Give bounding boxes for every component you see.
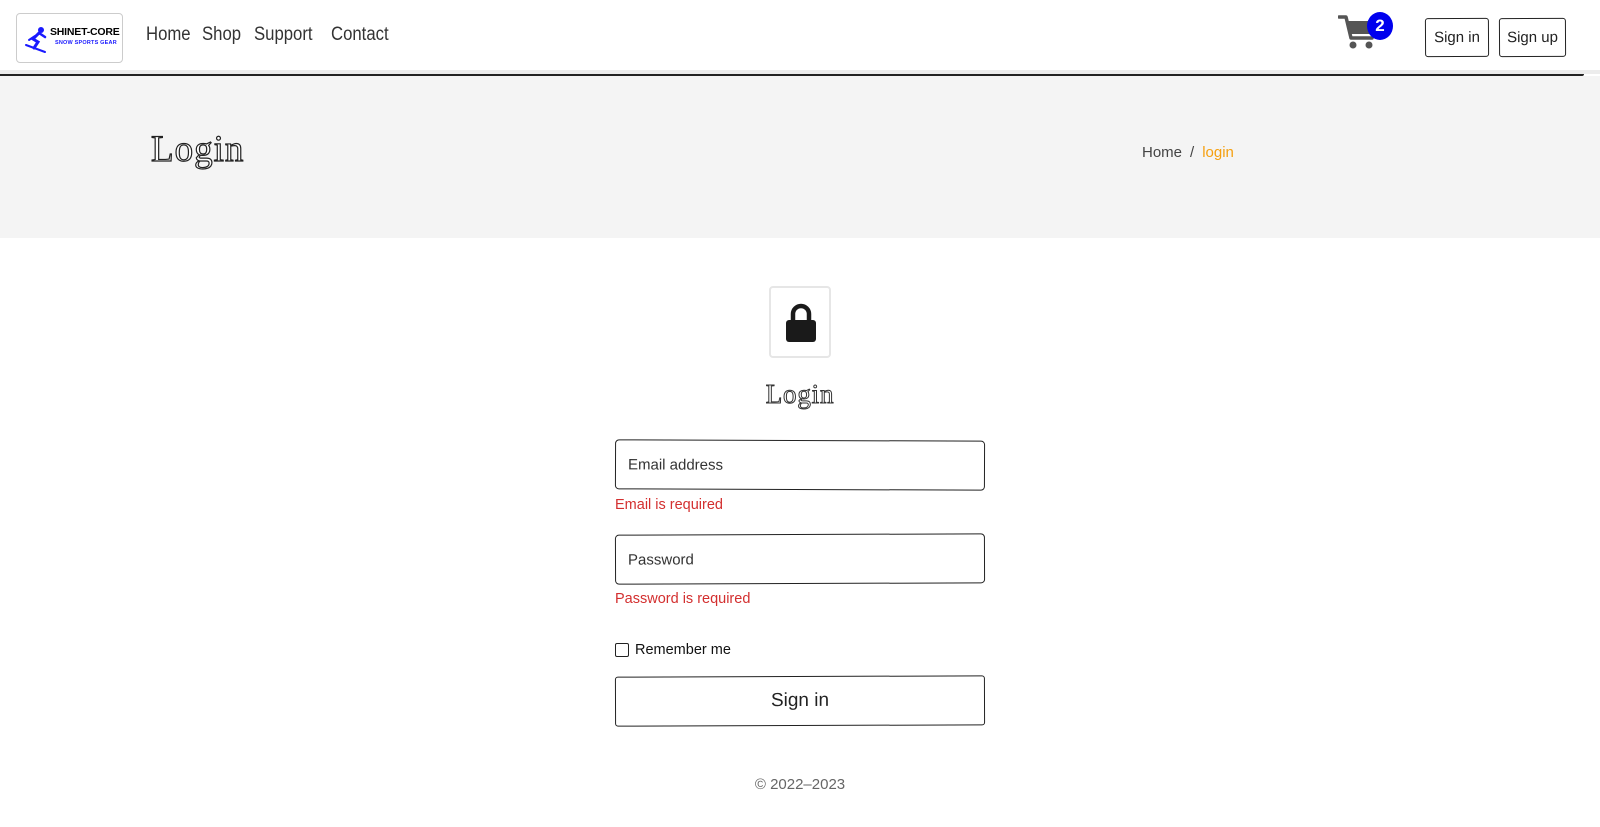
lock-icon-box	[769, 286, 831, 358]
remember-me-label[interactable]: Remember me	[635, 642, 731, 658]
remember-me-row: Remember me	[615, 642, 731, 658]
remember-me-checkbox[interactable]	[615, 643, 629, 657]
nav-link-home[interactable]: Home	[146, 24, 191, 46]
cart-count-badge: 2	[1367, 12, 1393, 40]
logo-brand-text: SHINET-CORE	[50, 26, 120, 38]
password-input[interactable]	[614, 533, 986, 585]
brand-logo[interactable]: SHINET-CORE SNOW SPORTS GEAR	[16, 13, 123, 63]
nav-link-contact[interactable]: Contact	[331, 24, 389, 46]
password-error-message: Password is required	[615, 591, 751, 607]
sign-in-button[interactable]: Sign in	[1424, 17, 1490, 58]
nav-link-shop[interactable]: Shop	[202, 24, 241, 46]
navbar: SHINET-CORE SNOW SPORTS GEAR Home Shop S…	[0, 0, 1600, 76]
breadcrumb-home-link[interactable]: Home	[1142, 144, 1182, 161]
email-input[interactable]	[614, 439, 986, 491]
nav-link-support[interactable]: Support	[254, 24, 313, 46]
submit-sign-in-button[interactable]: Sign in	[614, 675, 986, 727]
email-error-message: Email is required	[615, 497, 723, 513]
breadcrumb-current: login	[1202, 144, 1234, 161]
login-form-title: Login	[765, 379, 835, 410]
sign-up-button[interactable]: Sign up	[1498, 17, 1567, 58]
copyright-text: © 2022–2023	[754, 776, 846, 793]
lock-icon	[786, 303, 816, 342]
main-nav: Home Shop Support Contact	[146, 24, 405, 46]
page-title: Login	[150, 128, 245, 170]
logo-tagline: SNOW SPORTS GEAR	[55, 40, 117, 46]
breadcrumb: Home / login	[1142, 144, 1234, 161]
page-header-banner: Login Home / login	[0, 76, 1600, 238]
skier-icon	[25, 27, 47, 53]
breadcrumb-separator: /	[1190, 144, 1195, 161]
